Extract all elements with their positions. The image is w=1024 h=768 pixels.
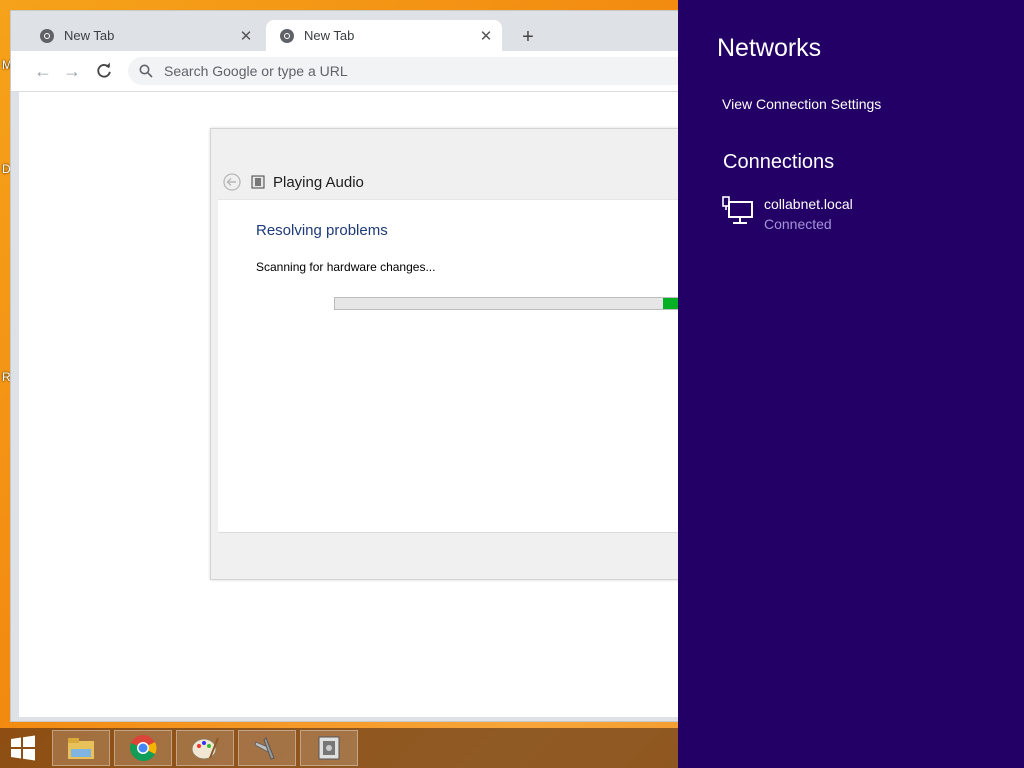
paint-icon xyxy=(191,737,219,760)
connections-heading: Connections xyxy=(723,151,835,173)
taskbar-troubleshooter[interactable] xyxy=(300,730,358,766)
chrome-icon xyxy=(130,735,157,762)
taskbar-paint[interactable] xyxy=(176,730,234,766)
back-arrow-icon[interactable] xyxy=(223,173,241,191)
file-explorer-icon xyxy=(68,738,94,759)
tab-title: New Tab xyxy=(64,28,115,43)
troubleshooter-icon xyxy=(318,736,340,760)
chrome-favicon-icon xyxy=(40,28,54,43)
troubleshooter-header: Playing Audio xyxy=(211,165,681,199)
browser-tab-active[interactable]: New Tab ✕ xyxy=(266,20,502,51)
tab-close-icon[interactable]: ✕ xyxy=(236,27,256,45)
resolving-heading: Resolving problems xyxy=(256,222,388,239)
taskbar-chrome[interactable] xyxy=(114,730,172,766)
reload-button[interactable] xyxy=(92,59,116,83)
browser-tab[interactable]: New Tab ✕ xyxy=(26,20,262,51)
tab-strip: New Tab ✕ New Tab ✕ + xyxy=(11,11,691,51)
troubleshooter-title: Playing Audio xyxy=(273,173,364,191)
address-input[interactable] xyxy=(162,62,646,80)
taskbar-file-explorer[interactable] xyxy=(52,730,110,766)
ethernet-icon xyxy=(722,196,753,224)
new-tab-button[interactable]: + xyxy=(516,25,540,49)
taskbar xyxy=(0,728,680,768)
forward-button[interactable]: → xyxy=(60,59,84,83)
connection-status: Connected xyxy=(764,216,832,232)
troubleshooter-window: Playing Audio Resolving problems Scannin… xyxy=(210,128,682,580)
reload-icon xyxy=(97,62,111,78)
status-text: Scanning for hardware changes... xyxy=(256,260,436,274)
audio-troubleshooter-icon xyxy=(251,175,265,189)
taskbar-tools[interactable] xyxy=(238,730,296,766)
tools-icon xyxy=(254,737,275,760)
windows-start-icon[interactable] xyxy=(8,734,38,762)
view-connection-settings-link[interactable]: View Connection Settings xyxy=(722,96,881,112)
chrome-favicon-icon xyxy=(280,28,294,43)
networks-panel: Networks View Connection Settings Connec… xyxy=(678,0,1024,768)
address-bar[interactable] xyxy=(128,57,688,85)
browser-toolbar: ← → xyxy=(11,51,691,92)
search-icon xyxy=(139,64,153,78)
tab-close-icon[interactable]: ✕ xyxy=(476,27,496,45)
troubleshooter-body: Resolving problems Scanning for hardware… xyxy=(218,199,681,533)
networks-title: Networks xyxy=(717,34,822,62)
troubleshooter-footer xyxy=(218,532,681,573)
progress-bar xyxy=(334,297,681,310)
back-button[interactable]: ← xyxy=(31,59,55,83)
connection-item[interactable]: collabnet.local Connected xyxy=(722,194,1002,238)
tab-title: New Tab xyxy=(304,28,355,43)
connection-name: collabnet.local xyxy=(764,196,853,212)
